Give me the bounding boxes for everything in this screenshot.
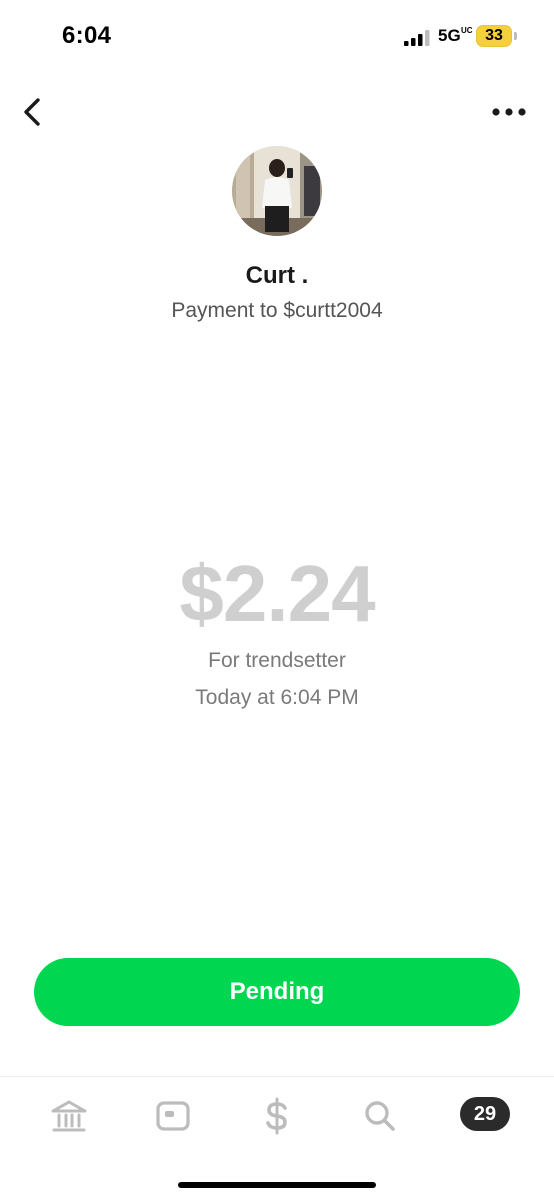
signal-icon	[404, 30, 430, 46]
payment-amount: $2.24	[179, 549, 375, 638]
bank-icon	[51, 1100, 87, 1132]
recipient-name: Curt .	[245, 262, 309, 289]
more-options-button[interactable]	[484, 98, 534, 126]
pending-button[interactable]: Pending	[34, 958, 520, 1026]
avatar-photo	[232, 146, 322, 236]
tab-money[interactable]	[255, 1096, 299, 1136]
payment-timestamp: Today at 6:04 PM	[195, 686, 359, 709]
tab-search[interactable]	[358, 1096, 402, 1136]
payment-note: For trendsetter	[208, 649, 346, 672]
activity-badge[interactable]: 29	[460, 1097, 510, 1131]
card-icon	[156, 1101, 190, 1131]
battery-icon: 33	[476, 25, 512, 47]
dollar-icon	[266, 1097, 287, 1135]
battery-nub	[514, 32, 517, 40]
tab-banking[interactable]	[47, 1096, 91, 1136]
tab-card[interactable]	[151, 1096, 195, 1136]
status-bar: 6:04 5G UC 33	[0, 0, 554, 74]
ellipsis-icon	[492, 108, 526, 116]
battery-level: 33	[485, 27, 503, 44]
payment-subtitle: Payment to $curtt2004	[171, 299, 383, 322]
back-button[interactable]	[14, 92, 54, 132]
network-label: 5G	[438, 26, 461, 45]
recipient-avatar[interactable]	[232, 146, 322, 236]
payment-detail-screen: 6:04 5G UC 33 Curt . Payment to $curtt20…	[0, 0, 554, 1200]
home-indicator[interactable]	[178, 1182, 376, 1188]
status-time: 6:04	[62, 22, 112, 49]
chevron-left-icon	[24, 98, 40, 126]
search-icon	[365, 1101, 395, 1131]
network-superscript: UC	[461, 26, 473, 35]
